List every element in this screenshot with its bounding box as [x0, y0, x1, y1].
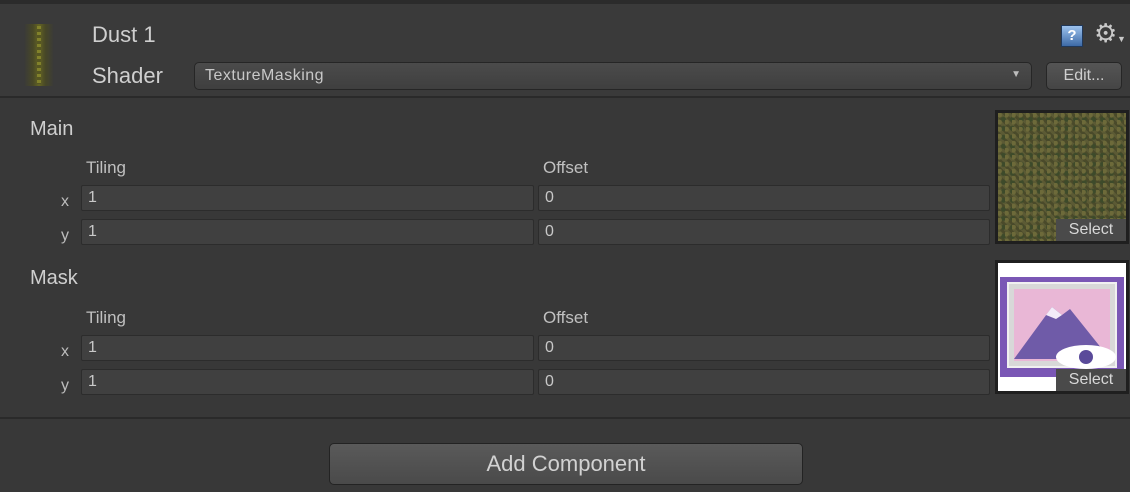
- mask-tiling-x-field[interactable]: 1: [81, 335, 534, 361]
- header-divider: [0, 96, 1130, 98]
- mask-tiling-y-value: 1: [88, 373, 97, 390]
- shader-dropdown-value: TextureMasking: [205, 67, 325, 84]
- mask-texture-select-button[interactable]: Select: [1056, 369, 1126, 391]
- main-offset-y-field[interactable]: 0: [538, 219, 990, 245]
- mask-x-label: x: [61, 343, 69, 360]
- add-component-button[interactable]: Add Component: [329, 443, 803, 485]
- material-title: Dust 1: [92, 22, 156, 47]
- shader-dropdown[interactable]: TextureMasking ▼: [194, 62, 1032, 90]
- gear-dropdown-caret-icon[interactable]: ▼: [1117, 34, 1126, 44]
- gear-icon[interactable]: ⚙: [1094, 20, 1117, 46]
- mask-offset-y-value: 0: [545, 373, 554, 390]
- main-x-label: x: [61, 193, 69, 210]
- main-texture-select-button[interactable]: Select: [1056, 219, 1126, 241]
- edit-shader-button[interactable]: Edit...: [1046, 62, 1122, 90]
- mask-texture-slot[interactable]: Select: [995, 260, 1129, 394]
- shader-label: Shader: [92, 63, 163, 88]
- mask-tiling-x-value: 1: [88, 339, 97, 356]
- mask-tiling-y-field[interactable]: 1: [81, 369, 534, 395]
- main-offset-x-field[interactable]: 0: [538, 185, 990, 211]
- property-label-mask: Mask: [30, 267, 78, 289]
- main-y-label: y: [61, 227, 69, 244]
- main-tiling-label: Tiling: [86, 158, 126, 177]
- main-offset-y-value: 0: [545, 223, 554, 240]
- help-icon[interactable]: ?: [1061, 25, 1083, 47]
- main-texture-slot[interactable]: Select: [995, 110, 1129, 244]
- dropdown-arrow-icon: ▼: [1011, 69, 1021, 80]
- mask-offset-x-value: 0: [545, 339, 554, 356]
- main-offset-x-value: 0: [545, 189, 554, 206]
- material-icon: [24, 24, 54, 86]
- main-tiling-x-value: 1: [88, 189, 97, 206]
- main-tiling-x-field[interactable]: 1: [81, 185, 534, 211]
- material-header: Dust 1 Shader TextureMasking ▼ Edit... ?…: [0, 4, 1130, 96]
- mask-y-label: y: [61, 377, 69, 394]
- mask-offset-y-field[interactable]: 0: [538, 369, 990, 395]
- main-tiling-y-value: 1: [88, 223, 97, 240]
- footer-divider: [0, 417, 1130, 419]
- mask-offset-label: Offset: [543, 308, 589, 327]
- main-offset-label: Offset: [543, 158, 589, 177]
- mask-offset-x-field[interactable]: 0: [538, 335, 990, 361]
- mask-tiling-label: Tiling: [86, 308, 126, 327]
- main-tiling-y-field[interactable]: 1: [81, 219, 534, 245]
- property-label-main: Main: [30, 118, 74, 140]
